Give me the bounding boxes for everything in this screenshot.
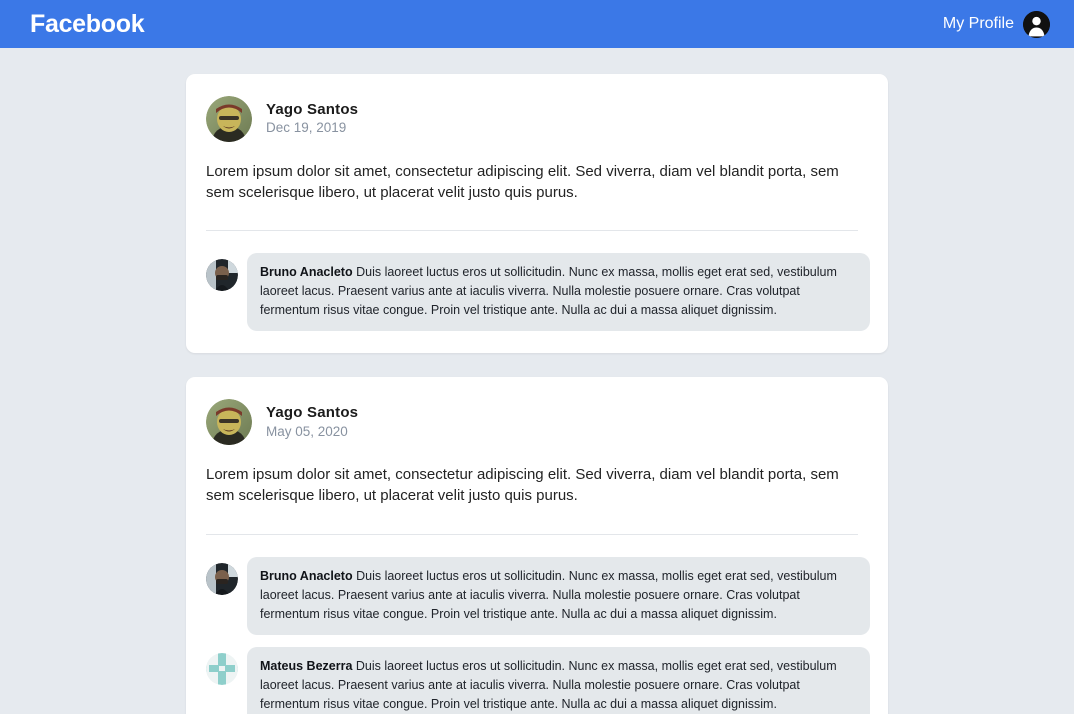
comment-author-name[interactable]: Bruno Anacleto [260, 265, 353, 279]
comment-author-name[interactable]: Mateus Bezerra [260, 659, 352, 673]
post-body-text: Lorem ipsum dolor sit amet, consectetur … [206, 466, 839, 505]
comment-list: Bruno Anacleto Duis laoreet luctus eros … [204, 253, 870, 332]
user-avatar-icon[interactable] [1023, 10, 1050, 38]
post-meta: Yago Santos May 05, 2020 [266, 405, 358, 439]
comment-author-avatar[interactable] [206, 652, 238, 685]
comment-bubble: Bruno Anacleto Duis laoreet luctus eros … [247, 556, 870, 635]
post-meta: Yago Santos Dec 19, 2019 [266, 101, 358, 136]
post-date: May 05, 2020 [266, 423, 348, 439]
comment-item: Bruno Anacleto Duis laoreet luctus eros … [206, 253, 870, 332]
post-author-name[interactable]: Yago Santos [266, 101, 358, 119]
post-divider [206, 230, 858, 232]
post-card: Yago Santos Dec 19, 2019 Lorem ipsum dol… [186, 74, 888, 354]
comment-bubble: Bruno Anacleto Duis laoreet luctus eros … [247, 253, 870, 332]
comment-item: Mateus Bezerra Duis laoreet luctus eros … [206, 646, 870, 714]
post-author-avatar[interactable] [206, 399, 252, 446]
comment-author-name[interactable]: Bruno Anacleto [260, 569, 353, 583]
post-feed: Yago Santos Dec 19, 2019 Lorem ipsum dol… [0, 48, 1074, 714]
post-author-name[interactable]: Yago Santos [266, 405, 358, 422]
comment-author-avatar[interactable] [206, 562, 238, 595]
post-date: Dec 19, 2019 [266, 120, 347, 136]
post-header: Yago Santos May 05, 2020 [204, 399, 870, 446]
comment-list: Bruno Anacleto Duis laoreet luctus eros … [204, 556, 870, 714]
comment-bubble: Mateus Bezerra Duis laoreet luctus eros … [247, 646, 870, 714]
post-header: Yago Santos Dec 19, 2019 [204, 96, 870, 142]
post-divider [206, 533, 858, 535]
post-author-avatar[interactable] [206, 96, 252, 142]
profile-menu-label: My Profile [942, 15, 1014, 32]
brand-logo[interactable]: Facebook [30, 11, 145, 37]
profile-menu[interactable]: My Profile [942, 10, 1050, 38]
post-card: Yago Santos May 05, 2020 Lorem ipsum dol… [186, 377, 888, 714]
comment-item: Bruno Anacleto Duis laoreet luctus eros … [206, 556, 870, 635]
post-body-text: Lorem ipsum dolor sit amet, consectetur … [206, 163, 839, 201]
comment-author-avatar[interactable] [206, 259, 238, 292]
top-navbar: Facebook My Profile [0, 0, 1074, 48]
